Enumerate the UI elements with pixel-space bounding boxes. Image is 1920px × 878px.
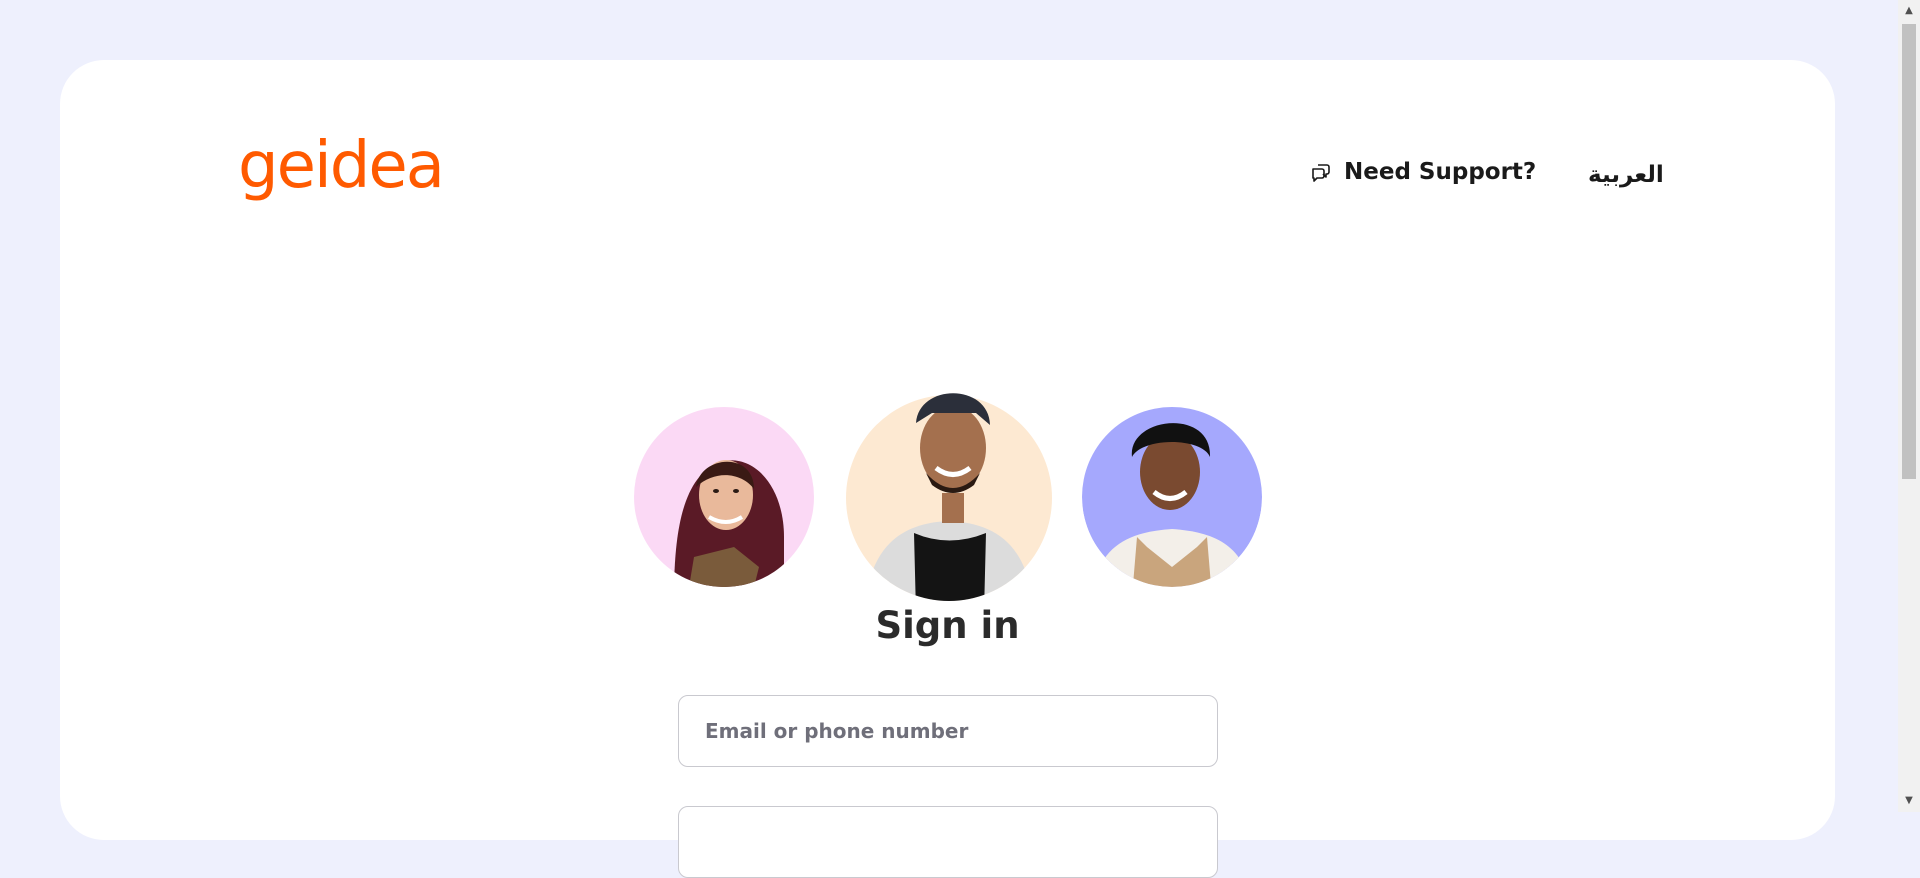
scroll-up-arrow-icon[interactable]: ▲ <box>1898 2 1920 20</box>
login-card: geidea Need Support? العربية Sign in Ema… <box>60 60 1835 878</box>
avatar-man-apron <box>1082 397 1262 587</box>
chat-bubbles-icon <box>1310 161 1332 183</box>
avatar-woman <box>634 407 814 587</box>
page-scrollbar[interactable]: ▲ ▼ <box>1898 0 1920 812</box>
email-or-phone-input[interactable] <box>678 695 1218 767</box>
scroll-down-arrow-icon[interactable]: ▼ <box>1898 792 1920 810</box>
avatar-man-cap <box>844 373 1054 603</box>
geidea-logo[interactable]: geidea <box>238 134 445 198</box>
page-title: Sign in <box>875 604 1020 647</box>
need-support-link[interactable]: Need Support? <box>1310 159 1536 185</box>
password-field[interactable] <box>678 806 1218 878</box>
language-switch-arabic[interactable]: العربية <box>1588 162 1664 188</box>
need-support-label: Need Support? <box>1344 159 1537 185</box>
scroll-thumb[interactable] <box>1902 24 1916 479</box>
